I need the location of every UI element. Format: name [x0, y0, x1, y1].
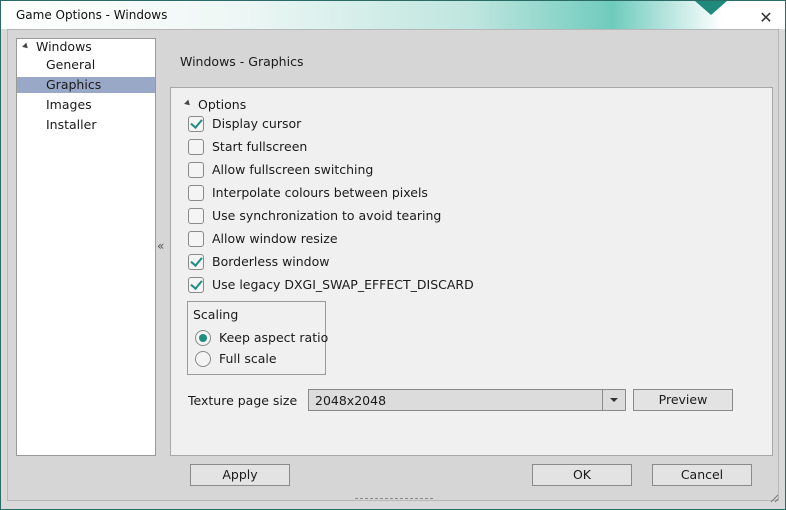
expand-arrow-icon[interactable] — [22, 42, 30, 51]
chevron-down-icon[interactable] — [602, 390, 625, 410]
scaling-title: Scaling — [193, 307, 239, 322]
category-tree: Windows General Graphics Images Installe… — [16, 38, 156, 456]
checkmark-icon — [190, 254, 203, 267]
apply-button[interactable]: Apply — [190, 464, 290, 486]
close-icon[interactable]: ✕ — [758, 10, 774, 26]
option-label: Allow fullscreen switching — [212, 162, 374, 177]
double-chevron-left-icon[interactable]: « — [157, 239, 164, 253]
texture-size-select[interactable]: 2048x2048 — [308, 389, 626, 411]
start-fullscreen-checkbox[interactable] — [188, 139, 204, 155]
full-scale-radio[interactable] — [195, 351, 211, 367]
radio-label: Keep aspect ratio — [219, 330, 329, 345]
option-label: Display cursor — [212, 116, 302, 131]
resize-grip-icon[interactable] — [769, 493, 779, 503]
texture-size-label: Texture page size — [188, 393, 298, 408]
window-title: Game Options - Windows — [16, 8, 168, 22]
window-resize-checkbox[interactable] — [188, 231, 204, 247]
radio-label: Full scale — [219, 351, 277, 366]
radio-dot — [199, 334, 207, 342]
tree-item-label: Images — [46, 97, 92, 112]
tree-item-general[interactable]: General — [17, 57, 155, 73]
legacy-dxgi-checkbox[interactable] — [188, 277, 204, 293]
borderless-checkbox[interactable] — [188, 254, 204, 270]
option-label: Borderless window — [212, 254, 330, 269]
option-label: Interpolate colours between pixels — [212, 185, 428, 200]
tree-item-images[interactable]: Images — [17, 97, 155, 113]
checkmark-icon — [190, 116, 203, 129]
tree-item-label: Graphics — [46, 77, 102, 92]
game-options-window: Game Options - Windows ✕ Windows General… — [0, 0, 786, 510]
section-title: Options — [198, 97, 247, 112]
option-label: Start fullscreen — [212, 139, 308, 154]
fullscreen-switching-checkbox[interactable] — [188, 162, 204, 178]
tree-item-label: General — [46, 57, 96, 72]
title-accent — [695, 1, 727, 15]
texture-size-value: 2048x2048 — [315, 393, 387, 408]
display-cursor-checkbox[interactable] — [188, 116, 204, 132]
tree-item-installer[interactable]: Installer — [17, 117, 155, 133]
checkmark-icon — [190, 277, 203, 290]
keep-aspect-radio[interactable] — [195, 330, 211, 346]
tree-root-windows[interactable]: Windows — [17, 39, 155, 55]
option-label: Use synchronization to avoid tearing — [212, 208, 442, 223]
tree-item-graphics[interactable]: Graphics — [17, 77, 155, 93]
page-title: Windows - Graphics — [180, 54, 304, 69]
tree-item-label: Installer — [46, 117, 97, 132]
interpolate-checkbox[interactable] — [188, 185, 204, 201]
vsync-checkbox[interactable] — [188, 208, 204, 224]
cancel-button[interactable]: Cancel — [652, 464, 752, 486]
title-bar[interactable]: Game Options - Windows ✕ — [1, 1, 785, 29]
tree-root-label: Windows — [36, 39, 92, 54]
option-label: Allow window resize — [212, 231, 338, 246]
option-label: Use legacy DXGI_SWAP_EFFECT_DISCARD — [212, 277, 474, 292]
splitter-grip[interactable] — [355, 498, 433, 502]
ok-button[interactable]: OK — [532, 464, 632, 486]
preview-button[interactable]: Preview — [633, 389, 733, 411]
